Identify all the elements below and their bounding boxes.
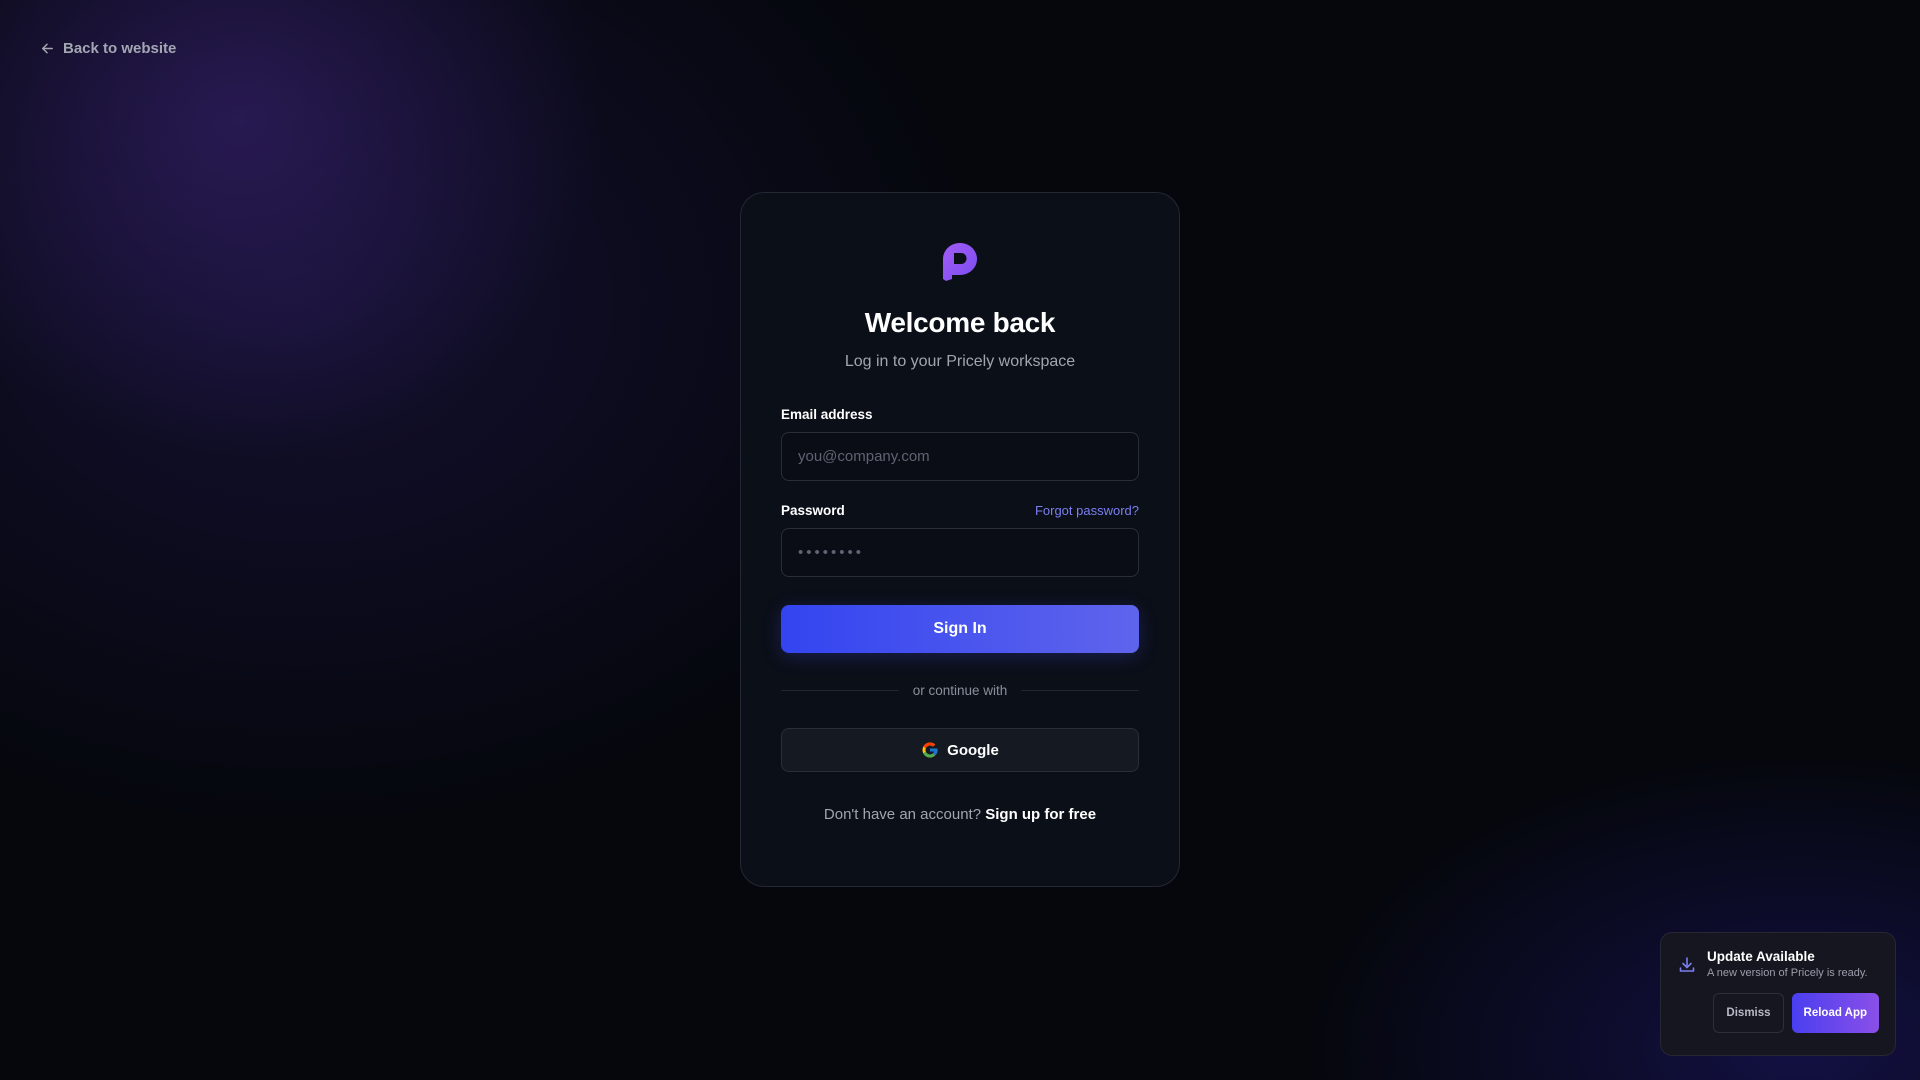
divider-text: or continue with bbox=[912, 683, 1008, 698]
dismiss-button[interactable]: Dismiss bbox=[1713, 993, 1784, 1033]
login-card: Welcome back Log in to your Pricely work… bbox=[740, 192, 1180, 887]
divider: or continue with bbox=[781, 683, 1139, 698]
toast-header: Update Available A new version of Pricel… bbox=[1677, 949, 1879, 979]
sign-in-button[interactable]: Sign In bbox=[781, 605, 1139, 653]
toast-actions: Dismiss Reload App bbox=[1677, 993, 1879, 1033]
divider-line-left bbox=[781, 690, 899, 691]
download-icon bbox=[1679, 957, 1695, 972]
email-label: Email address bbox=[781, 407, 873, 422]
page-title: Welcome back bbox=[864, 307, 1056, 338]
back-to-website-link[interactable]: Back to website bbox=[40, 40, 176, 57]
password-field[interactable] bbox=[781, 528, 1139, 577]
forgot-password-link[interactable]: Forgot password? bbox=[1035, 503, 1139, 518]
toast-description: A new version of Pricely is ready. bbox=[1707, 967, 1868, 979]
google-sign-in-button[interactable]: Google bbox=[781, 728, 1139, 772]
email-label-row: Email address bbox=[781, 407, 1139, 422]
google-icon bbox=[922, 742, 938, 758]
password-label: Password bbox=[781, 503, 845, 518]
google-button-label: Google bbox=[947, 741, 999, 759]
back-link-label: Back to website bbox=[63, 40, 177, 57]
password-label-row: Password Forgot password? bbox=[781, 503, 1139, 518]
arrow-left-icon bbox=[42, 43, 53, 54]
logo bbox=[781, 241, 1139, 281]
divider-line-right bbox=[1021, 690, 1139, 691]
signup-prompt: Don't have an account? bbox=[823, 806, 982, 823]
update-toast: Update Available A new version of Pricel… bbox=[1660, 932, 1896, 1056]
pricely-logo-icon bbox=[943, 243, 977, 281]
signup-row: Don't have an account? Sign up for free bbox=[781, 806, 1139, 823]
sign-up-link[interactable]: Sign up for free bbox=[985, 806, 1096, 823]
page-subtitle: Log in to your Pricely workspace bbox=[844, 353, 1076, 370]
email-field[interactable] bbox=[781, 432, 1139, 481]
toast-title: Update Available bbox=[1707, 949, 1815, 964]
reload-app-button[interactable]: Reload App bbox=[1791, 993, 1879, 1033]
toast-text: Update Available A new version of Pricel… bbox=[1707, 949, 1868, 979]
